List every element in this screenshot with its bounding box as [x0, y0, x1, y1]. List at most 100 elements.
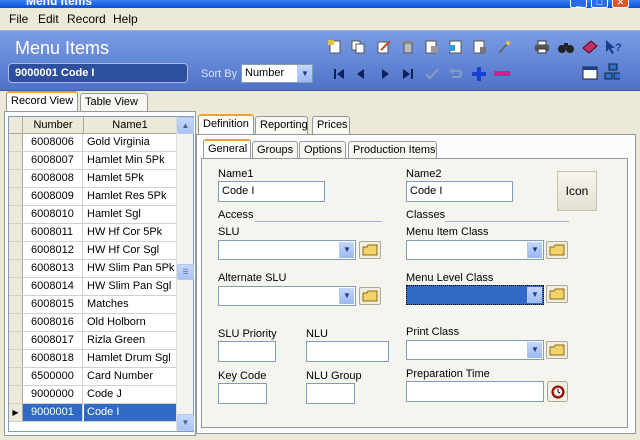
table-row[interactable]: 6008014 HW Slim Pan Sgl: [9, 278, 177, 296]
add-record-icon[interactable]: [471, 66, 487, 82]
table-row[interactable]: 6008016 Old Holborn: [9, 314, 177, 332]
cell-number[interactable]: 6008008: [23, 170, 83, 187]
scroll-up-icon[interactable]: ▲: [177, 117, 194, 134]
cell-name1[interactable]: Gold Virginia: [84, 134, 177, 151]
table-row[interactable]: ▶ 9000001 Code I: [9, 404, 177, 422]
cell-number[interactable]: 6008010: [23, 206, 83, 223]
cell-number[interactable]: 6008017: [23, 332, 83, 349]
name2-input[interactable]: Code I: [406, 181, 513, 202]
cell-number[interactable]: 6008007: [23, 152, 83, 169]
folder-open-icon[interactable]: [546, 341, 568, 359]
cell-number[interactable]: 6008013: [23, 260, 83, 277]
table-row[interactable]: 6008011 HW Hf Cor 5Pk: [9, 224, 177, 242]
chevron-down-icon[interactable]: ▼: [527, 287, 542, 303]
folder-open-icon[interactable]: [546, 241, 568, 259]
scroll-thumb[interactable]: ☰: [177, 264, 194, 280]
menu-item-class-select[interactable]: ▼: [406, 240, 544, 260]
cell-name1[interactable]: Old Holborn: [84, 314, 177, 331]
folder-open-icon[interactable]: [546, 285, 568, 303]
previous-record-icon[interactable]: [353, 66, 369, 82]
chevron-down-icon[interactable]: ▼: [297, 65, 312, 82]
row-selector[interactable]: [9, 242, 23, 259]
close-button[interactable]: ✕: [612, 0, 629, 8]
chevron-down-icon[interactable]: ▼: [527, 242, 542, 258]
table-row[interactable]: 6008010 Hamlet Sgl: [9, 206, 177, 224]
tab-production-items[interactable]: Production Items: [348, 141, 437, 159]
minimize-button[interactable]: _: [570, 0, 587, 8]
save-check-icon[interactable]: [424, 66, 440, 82]
table-row[interactable]: 6008017 Rizla Green: [9, 332, 177, 350]
key-code-input[interactable]: [218, 383, 267, 404]
cell-number[interactable]: 9000001: [23, 404, 83, 421]
row-selector[interactable]: [9, 278, 23, 295]
export-icon[interactable]: [472, 39, 488, 55]
help-cursor-icon[interactable]: ?: [605, 39, 621, 55]
name1-input[interactable]: Code I: [218, 181, 325, 202]
network-icon[interactable]: [604, 63, 620, 80]
copy-record-icon[interactable]: [350, 39, 366, 55]
column-header-name1[interactable]: Name1: [84, 117, 177, 134]
chevron-down-icon[interactable]: ▼: [339, 288, 354, 304]
cell-number[interactable]: 6008009: [23, 188, 83, 205]
row-selector[interactable]: [9, 134, 23, 151]
row-selector[interactable]: [9, 368, 23, 385]
table-row[interactable]: 6008013 HW Slim Pan 5Pk: [9, 260, 177, 278]
book-icon[interactable]: [582, 39, 598, 55]
menu-edit[interactable]: Edit: [38, 12, 59, 26]
cell-number[interactable]: 6008014: [23, 278, 83, 295]
cell-name1[interactable]: Hamlet Sgl: [84, 206, 177, 223]
row-selector[interactable]: [9, 170, 23, 187]
import-icon[interactable]: [448, 39, 464, 55]
delete-icon[interactable]: [400, 39, 416, 55]
clock-icon[interactable]: [547, 381, 568, 402]
print-class-select[interactable]: ▼: [406, 340, 544, 360]
chevron-down-icon[interactable]: ▼: [339, 242, 354, 258]
tab-table-view[interactable]: Table View: [80, 93, 148, 111]
cell-name1[interactable]: Hamlet 5Pk: [84, 170, 177, 187]
current-row-indicator[interactable]: ▶: [9, 404, 23, 421]
row-selector[interactable]: [9, 350, 23, 367]
cell-number[interactable]: 6008016: [23, 314, 83, 331]
undo-icon[interactable]: [447, 66, 463, 82]
table-row[interactable]: 6008018 Hamlet Drum Sgl: [9, 350, 177, 368]
tab-reporting[interactable]: Reporting: [255, 116, 308, 134]
cell-name1[interactable]: Hamlet Min 5Pk: [84, 152, 177, 169]
row-selector[interactable]: [9, 332, 23, 349]
cell-name1[interactable]: Code I: [84, 404, 177, 421]
table-row[interactable]: 6500000 Card Number: [9, 368, 177, 386]
cell-number[interactable]: 6008011: [23, 224, 83, 241]
cell-name1[interactable]: Rizla Green: [84, 332, 177, 349]
slu-priority-input[interactable]: [218, 341, 276, 362]
icon-button[interactable]: Icon: [557, 171, 597, 211]
chevron-down-icon[interactable]: ▼: [527, 342, 542, 358]
row-selector[interactable]: [9, 296, 23, 313]
menu-record[interactable]: Record: [67, 12, 106, 26]
row-selector[interactable]: [9, 224, 23, 241]
cell-number[interactable]: 6008015: [23, 296, 83, 313]
nlu-group-input[interactable]: [306, 383, 355, 404]
table-row[interactable]: 6008012 HW Hf Cor Sgl: [9, 242, 177, 260]
next-record-icon[interactable]: [377, 66, 393, 82]
folder-open-icon[interactable]: [359, 287, 381, 305]
cell-name1[interactable]: Code J: [84, 386, 177, 403]
cell-name1[interactable]: HW Hf Cor 5Pk: [84, 224, 177, 241]
alternate-slu-select[interactable]: ▼: [218, 286, 356, 306]
row-selector[interactable]: [9, 314, 23, 331]
table-row[interactable]: 6008009 Hamlet Res 5Pk: [9, 188, 177, 206]
table-row[interactable]: 6008008 Hamlet 5Pk: [9, 170, 177, 188]
nlu-input[interactable]: [306, 341, 389, 362]
printer-icon[interactable]: [534, 39, 550, 55]
scroll-down-icon[interactable]: ▼: [177, 414, 194, 431]
table-row[interactable]: 6008006 Gold Virginia: [9, 134, 177, 152]
menu-file[interactable]: File: [9, 12, 28, 26]
first-record-icon[interactable]: [331, 66, 347, 82]
row-selector[interactable]: [9, 260, 23, 277]
table-row[interactable]: 6008015 Matches: [9, 296, 177, 314]
row-selector[interactable]: [9, 386, 23, 403]
cell-number[interactable]: 6008006: [23, 134, 83, 151]
folder-open-icon[interactable]: [359, 241, 381, 259]
row-selector[interactable]: [9, 188, 23, 205]
cell-name1[interactable]: Card Number: [84, 368, 177, 385]
print-record-icon[interactable]: [424, 39, 440, 55]
menu-help[interactable]: Help: [113, 12, 138, 26]
